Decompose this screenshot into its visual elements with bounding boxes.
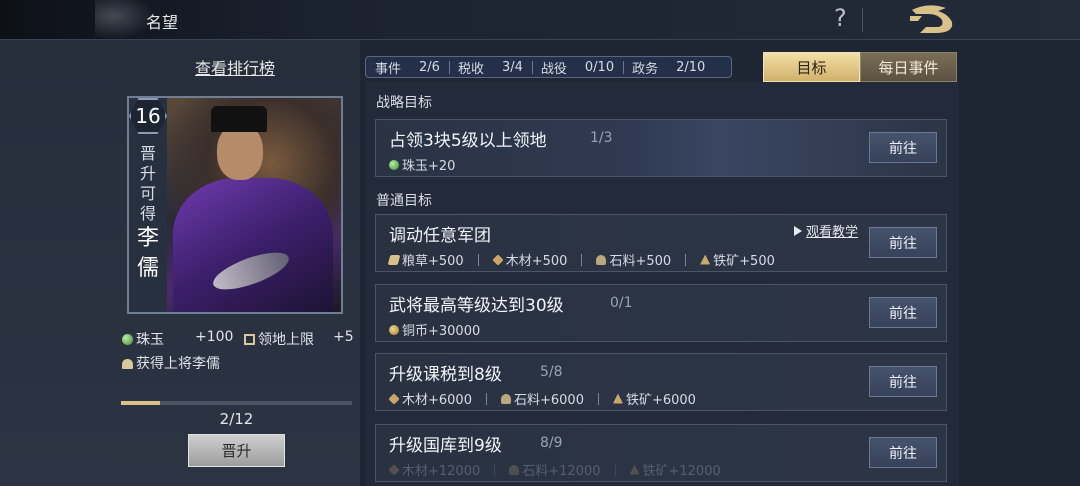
stone-icon [509,464,520,475]
go-button[interactable]: 前往 [869,297,937,328]
task-title: 武将最高等级达到30级 [389,296,564,316]
iron-icon [700,254,711,265]
play-icon [794,226,802,236]
page-title: 名望 [146,13,179,32]
task-rewards: 铜币+30000 [389,320,480,339]
goal-list[interactable]: 战略目标 占领3块5级以上领地 1/3 珠玉+20 前往 普通目标 调动任意军团… [365,82,959,486]
task-rewards: 粮草+500 木材+500 石料+500 铁矿+500 [387,250,775,269]
view-ranking-link[interactable]: 查看排行榜 [195,55,275,79]
top-bar: 名望 ? [0,0,1080,40]
task-card: 武将最高等级达到30级 0/1 铜币+30000 前往 [375,284,947,342]
stat-affairs: 政务 2/10 [623,57,714,77]
section-normal-title: 普通目标 [376,193,432,209]
task-progress: 8/9 [540,435,563,451]
grain-icon [387,254,401,265]
dragon-back-icon[interactable] [908,2,960,36]
stat-events: 事件 2/6 [375,59,440,77]
task-progress: 1/3 [590,130,613,146]
promotion-progress-fill [121,401,160,405]
task-progress: 0/1 [610,295,633,311]
go-button[interactable]: 前往 [869,227,937,258]
promote-reward-label: 晋升可得 [139,144,156,223]
promote-button[interactable]: 晋升 [188,434,285,467]
task-card: 占领3块5级以上领地 1/3 珠玉+20 前往 [375,119,947,177]
gem-icon [389,159,399,170]
watch-tutorial-link[interactable]: 观看教学 [794,221,858,240]
task-rewards: 木材+12000 石料+12000 铁矿+12000 [388,460,721,479]
task-rewards: 珠玉+20 [389,155,455,174]
task-card: 升级国库到9级 8/9 木材+12000 石料+12000 铁矿+12000 前… [375,424,947,482]
general-portrait-image [167,98,341,312]
tab-daily-events[interactable]: 每日事件 [860,52,957,82]
wood-icon [388,392,400,405]
general-icon [122,359,133,369]
task-progress: 5/8 [540,364,563,380]
territory-reward: 领地上限 [244,329,314,349]
left-panel: 查看排行榜 16 晋升可得 李儒 珠玉 +100 领地上限 +5 获得上将李儒 … [0,40,360,486]
stat-tax: 税收 3/4 [448,57,532,77]
header-divider [862,8,863,32]
task-title: 调动任意军团 [389,226,491,246]
stat-battles: 战役 0/10 [531,57,623,77]
portrait-side-bar: 16 晋升可得 李儒 [129,98,167,312]
go-button[interactable]: 前往 [869,132,937,163]
general-portrait-card[interactable]: 16 晋升可得 李儒 [127,96,343,314]
tab-bar: 目标 每日事件 [763,52,957,82]
go-button[interactable]: 前往 [869,437,937,468]
gem-reward-value: +100 [195,329,234,345]
help-icon[interactable]: ? [834,4,847,32]
task-card: 调动任意军团 观看教学 粮草+500 木材+500 石料+500 铁矿+500 … [375,214,947,272]
territory-icon [244,334,255,345]
task-title: 升级课税到8级 [389,365,502,385]
task-card: 升级课税到8级 5/8 木材+6000 石料+6000 铁矿+6000 前往 [375,353,947,411]
gem-reward: 珠玉 [122,329,164,349]
task-rewards: 木材+6000 石料+6000 铁矿+6000 [388,389,696,408]
promotion-progress-bar [121,401,352,405]
iron-icon [612,393,623,404]
iron-icon [629,464,640,475]
general-name: 李儒 [136,226,159,281]
wood-icon [492,253,504,266]
task-title: 占领3块5级以上领地 [389,131,547,151]
right-panel: 事件 2/6 税收 3/4 战役 0/10 政务 2/10 目标 每日事件 战略目标 占… [360,40,1080,486]
stats-bar: 事件 2/6 税收 3/4 战役 0/10 政务 2/10 [365,56,732,78]
stone-icon [500,393,511,404]
coin-icon [389,324,399,335]
general-reward-line: 获得上将李儒 [122,353,220,373]
go-button[interactable]: 前往 [869,366,937,397]
territory-reward-value: +5 [333,329,354,345]
promotion-progress-text: 2/12 [219,410,254,428]
gem-icon [122,334,133,345]
stone-icon [596,254,607,265]
task-title: 升级国库到9级 [389,436,502,456]
level-badge: 16 [129,98,167,134]
wood-icon [388,463,400,476]
tab-goals[interactable]: 目标 [763,52,860,82]
section-strategic-title: 战略目标 [376,95,432,111]
